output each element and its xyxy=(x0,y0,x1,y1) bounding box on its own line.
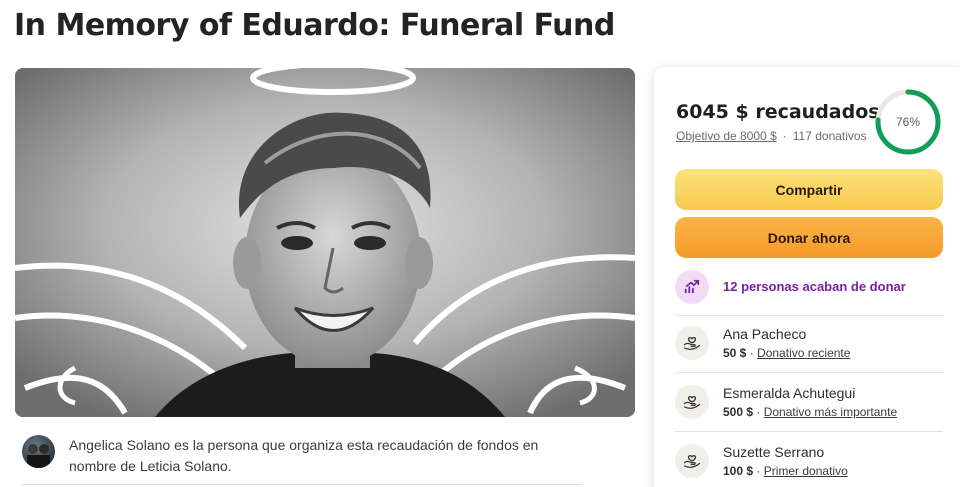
share-button[interactable]: Compartir xyxy=(675,169,943,210)
organizer-section: Angelica Solano es la persona que organi… xyxy=(22,435,582,475)
memorial-photo xyxy=(15,68,635,417)
divider xyxy=(675,372,943,373)
donor-meta: 500 $ · Donativo más importante xyxy=(723,405,897,419)
separator-dot: · xyxy=(749,346,754,360)
donor-amount: 500 $ xyxy=(723,405,754,419)
recent-activity: 12 personas acaban de donar xyxy=(675,270,945,304)
goal-link[interactable]: Objetivo de 8000 $ xyxy=(676,129,777,143)
donate-button[interactable]: Donar ahora xyxy=(675,217,943,258)
donor-amount: 100 $ xyxy=(723,464,754,478)
activity-text: 12 personas acaban de donar xyxy=(723,279,906,294)
separator-dot: · xyxy=(782,129,787,143)
donation-hands-icon xyxy=(675,444,709,478)
donation-count: 117 donativos xyxy=(792,129,867,143)
amount-raised: 6045 $ recaudados xyxy=(676,101,880,123)
donor-meta: 100 $ · Primer donativo xyxy=(723,464,848,478)
donor-item: Suzette Serrano 100 $ · Primer donativo xyxy=(675,444,945,484)
donor-amount: 50 $ xyxy=(723,346,747,360)
separator-dot: · xyxy=(756,405,761,419)
divider xyxy=(675,315,943,316)
trending-up-icon xyxy=(675,270,709,304)
donation-hands-icon xyxy=(675,385,709,419)
donor-tag-link[interactable]: Primer donativo xyxy=(764,464,848,478)
donor-tag-link[interactable]: Donativo reciente xyxy=(757,346,850,360)
donation-hands-icon xyxy=(675,326,709,360)
goal-line: Objetivo de 8000 $ · 117 donativos xyxy=(676,129,867,143)
separator-dot: · xyxy=(756,464,761,478)
donor-meta: 50 $ · Donativo reciente xyxy=(723,346,850,360)
page-title: In Memory of Eduardo: Funeral Fund xyxy=(14,8,615,43)
donor-name: Suzette Serrano xyxy=(723,444,825,460)
donor-name: Ana Pacheco xyxy=(723,326,807,342)
section-divider xyxy=(22,484,582,485)
divider xyxy=(675,431,943,432)
donation-panel: 6045 $ recaudados Objetivo de 8000 $ · 117… xyxy=(654,67,960,487)
donor-name: Esmeralda Achutegui xyxy=(723,385,856,401)
donor-tag-link[interactable]: Donativo más importante xyxy=(764,405,897,419)
organizer-avatar[interactable] xyxy=(22,435,55,468)
progress-percent: 76% xyxy=(895,115,921,129)
donor-item: Esmeralda Achutegui 500 $ · Donativo más… xyxy=(675,385,945,425)
donor-item: Ana Pacheco 50 $ · Donativo reciente xyxy=(675,326,945,366)
organizer-description: Angelica Solano es la persona que organi… xyxy=(69,437,539,474)
